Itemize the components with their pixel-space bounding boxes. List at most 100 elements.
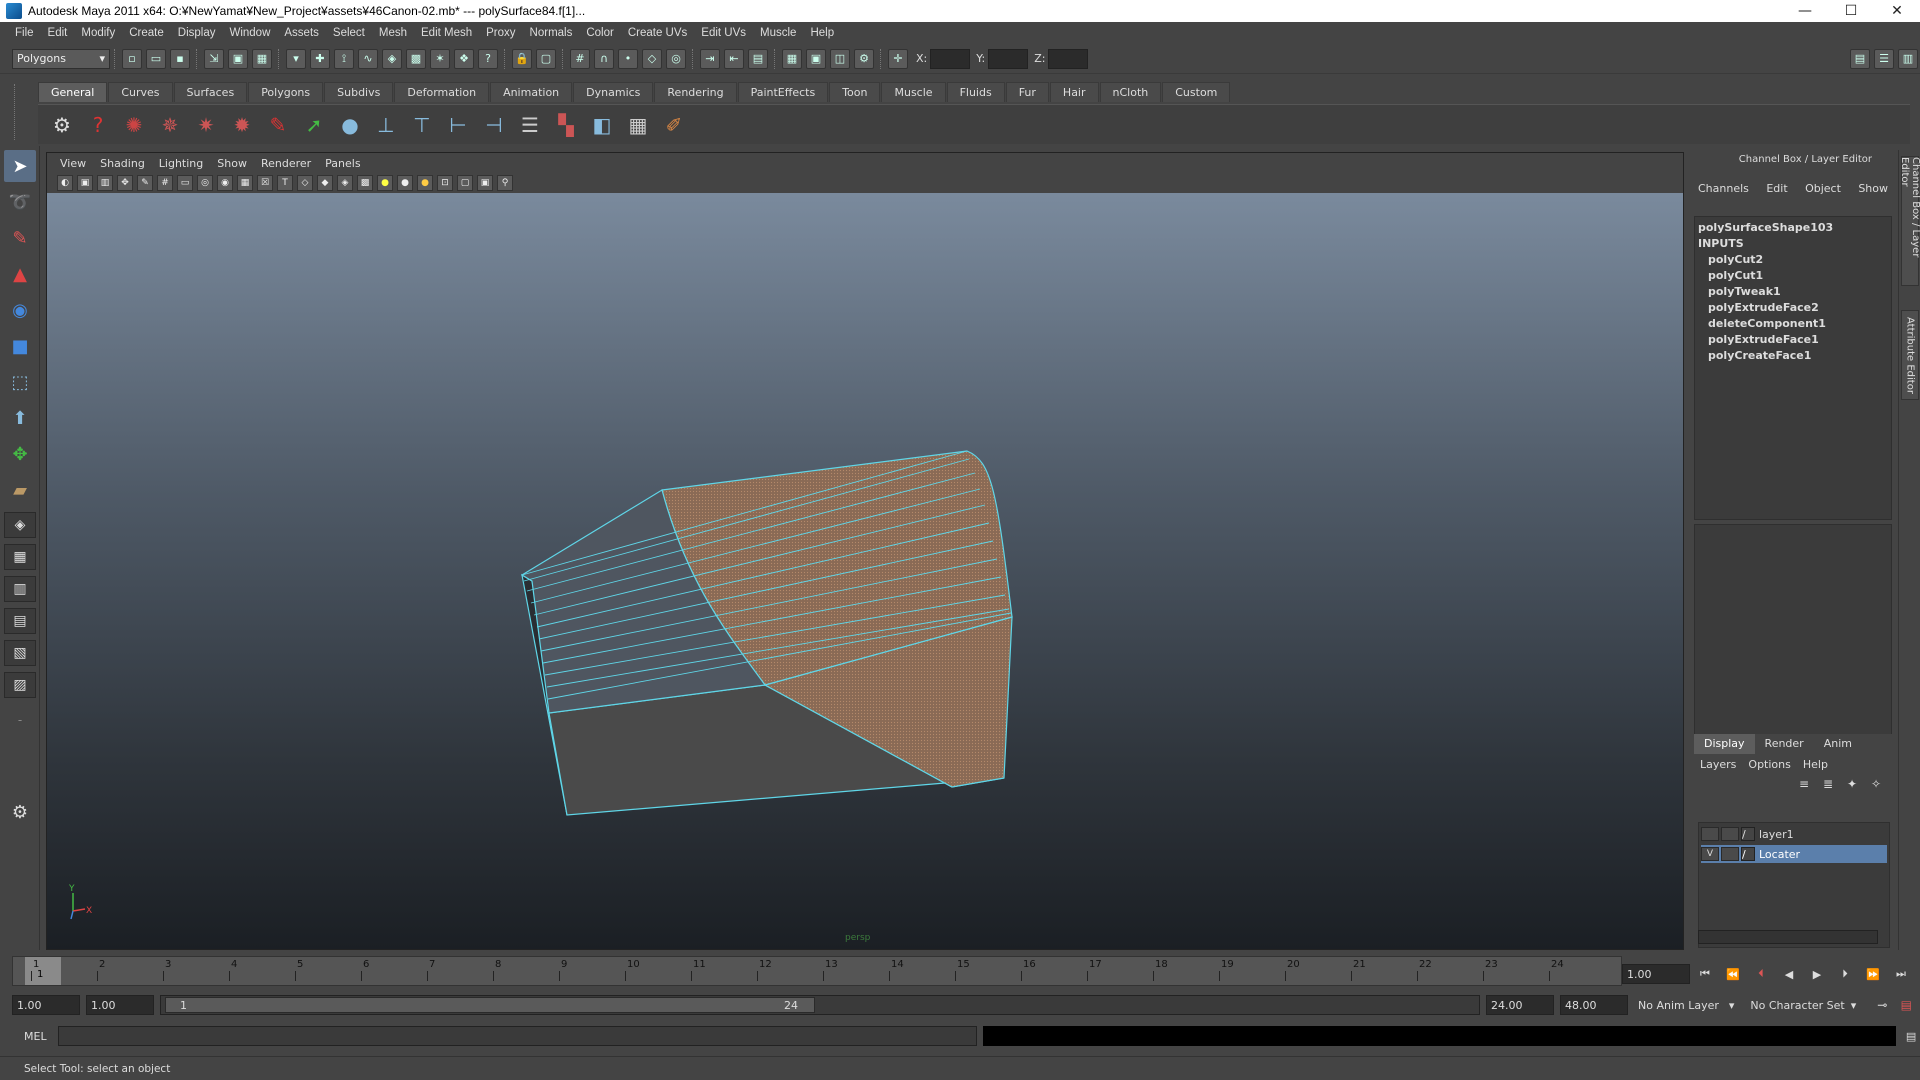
transform-mode-icon[interactable]: ✛	[888, 48, 908, 69]
sphere-icon[interactable]: ●	[334, 109, 366, 141]
film-gate-icon[interactable]: ▭	[177, 175, 193, 191]
cb-menu-edit[interactable]: Edit	[1766, 182, 1787, 200]
shelf-tab-hair[interactable]: Hair	[1049, 82, 1099, 102]
time-slider[interactable]: 1 1 2 3 4 5 6 7 8 9 10 11 12 13 14 15 16 17 18 19 20 21 22 23 2…	[12, 956, 1622, 986]
toggle-attribute-editor-icon[interactable]: ▤	[1850, 48, 1870, 69]
menu-edit[interactable]: Edit	[41, 27, 75, 39]
last-tool-used-icon[interactable]: ▰	[4, 474, 36, 506]
camera-attributes-icon[interactable]: ◐	[57, 175, 73, 191]
textured-icon[interactable]: ▩	[357, 175, 373, 191]
wireframe-on-shaded-icon[interactable]: ◈	[337, 175, 353, 191]
menu-help[interactable]: Help	[803, 27, 841, 39]
select-deformations-icon[interactable]: ▩	[406, 48, 426, 69]
shelf-tab-curves[interactable]: Curves	[108, 82, 173, 102]
isolate-select-icon[interactable]: ⊡	[437, 175, 453, 191]
shelf-toggle-icon[interactable]: ‑	[4, 704, 36, 736]
x-field[interactable]	[930, 48, 971, 69]
persp-graph-hypergraph-layout-icon[interactable]: ▨	[4, 672, 36, 698]
grid-icon[interactable]: #	[157, 175, 173, 191]
range-slider-handle[interactable]: 1 24	[165, 997, 815, 1013]
maximize-button[interactable]: ☐	[1828, 0, 1874, 22]
paint-select-tool-icon[interactable]: ✎	[4, 222, 36, 254]
cb-menu-object[interactable]: Object	[1805, 182, 1841, 200]
move-pivot-icon[interactable]: ➚	[298, 109, 330, 141]
layer-color-swatch[interactable]: /	[1741, 847, 1755, 861]
menu-create-uvs[interactable]: Create UVs	[621, 27, 694, 39]
input-ops-icon[interactable]: ⇥	[700, 48, 720, 69]
unparent-icon[interactable]: ⊢	[442, 109, 474, 141]
hypergraph-icon[interactable]: ▚	[550, 109, 582, 141]
layer-visibility-toggle[interactable]	[1701, 827, 1719, 841]
select-dynamics-icon[interactable]: ✶	[430, 48, 450, 69]
show-manipulator-icon[interactable]: ✥	[4, 438, 36, 470]
input-node[interactable]: polyCut1	[1698, 269, 1888, 282]
z-field[interactable]	[1048, 48, 1089, 69]
persp-outliner-layout-icon[interactable]: ▥	[4, 576, 36, 602]
safe-action-icon[interactable]: ☒	[257, 175, 273, 191]
xray-joints-icon[interactable]: ▣	[477, 175, 493, 191]
script-editor-icon[interactable]: ▤	[1902, 1027, 1920, 1045]
render-view-icon[interactable]: ▦	[782, 48, 802, 69]
smooth-shade-icon[interactable]: ◆	[317, 175, 333, 191]
menu-set-selector[interactable]: Polygons ▾	[12, 48, 110, 69]
viewport-menu-shading[interactable]: Shading	[93, 157, 152, 170]
layer-row[interactable]: / layer1	[1701, 825, 1887, 843]
viewport-menu-panels[interactable]: Panels	[318, 157, 367, 170]
input-node[interactable]: polyExtrudeFace1	[1698, 333, 1888, 346]
move-layer-down-icon[interactable]: ≣	[1818, 775, 1838, 793]
layer-tab-anim[interactable]: Anim	[1814, 734, 1862, 754]
side-tab-channel-box[interactable]: Channel Box / Layer Editor	[1899, 156, 1920, 286]
highlight-selection-icon[interactable]: ▢	[536, 48, 556, 69]
step-forward-key-icon[interactable]: ⏩	[1862, 964, 1884, 984]
step-back-key-icon[interactable]: ⏪	[1722, 964, 1744, 984]
select-tool-icon[interactable]: ➤	[4, 150, 36, 182]
output-ops-icon[interactable]: ⇤	[724, 48, 744, 69]
character-set-selector[interactable]: No Character Set ▾	[1746, 995, 1861, 1015]
render-settings-icon[interactable]: ⚙	[854, 48, 874, 69]
shelf-handle[interactable]	[14, 84, 32, 140]
construction-history-icon[interactable]: ▤	[748, 48, 768, 69]
select-component-icon[interactable]: ▦	[252, 48, 272, 69]
side-tab-attribute-editor[interactable]: Attribute Editor	[1901, 310, 1919, 400]
menu-modify[interactable]: Modify	[74, 27, 122, 39]
cb-menu-channels[interactable]: Channels	[1698, 182, 1749, 200]
layer-tab-display[interactable]: Display	[1694, 734, 1755, 754]
select-curves-icon[interactable]: ∿	[358, 48, 378, 69]
use-all-lights-icon[interactable]: ●	[377, 175, 393, 191]
layer-menu-layers[interactable]: Layers	[1700, 758, 1736, 771]
image-plane-icon[interactable]: ▥	[97, 175, 113, 191]
wireframe-icon[interactable]: ◇	[297, 175, 313, 191]
menu-create[interactable]: Create	[122, 27, 171, 39]
shelf-menu-icon[interactable]: ⚙	[46, 109, 78, 141]
perspective-viewport[interactable]: Y X persp	[47, 193, 1683, 949]
bookmark-icon[interactable]: ▣	[77, 175, 93, 191]
snap-point-icon[interactable]: •	[618, 48, 638, 69]
paint-weights-icon[interactable]: ✵	[154, 109, 186, 141]
new-scene-icon[interactable]: ▫	[122, 48, 142, 69]
auto-key-icon[interactable]: ⊸	[1872, 996, 1892, 1014]
single-perspective-layout-icon[interactable]: ◈	[4, 512, 36, 538]
shelf-tab-custom[interactable]: Custom	[1162, 82, 1231, 102]
render-current-frame-icon[interactable]: ▣	[806, 48, 826, 69]
go-to-start-icon[interactable]: ⏮	[1694, 964, 1716, 984]
layer-menu-help[interactable]: Help	[1803, 758, 1828, 771]
viewport-menu-lighting[interactable]: Lighting	[152, 157, 210, 170]
scale-tool-icon[interactable]: ■	[4, 330, 36, 362]
help-icon[interactable]: ?	[82, 109, 114, 141]
command-input[interactable]	[57, 1026, 977, 1046]
snap-view-plane-icon[interactable]: ◇	[642, 48, 662, 69]
input-node[interactable]: deleteComponent1	[1698, 317, 1888, 330]
move-tool-icon[interactable]: ▲	[4, 258, 36, 290]
animation-end-field[interactable]: 48.00	[1560, 995, 1628, 1015]
resolution-gate-icon[interactable]: ◎	[197, 175, 213, 191]
shelf-tab-rendering[interactable]: Rendering	[654, 82, 737, 102]
menu-normals[interactable]: Normals	[523, 27, 580, 39]
xray-icon[interactable]: ▢	[457, 175, 473, 191]
settings-icon[interactable]: ⚙	[4, 796, 36, 828]
open-scene-icon[interactable]: ▭	[146, 48, 166, 69]
snap-grid-icon[interactable]: #	[570, 48, 590, 69]
shelf-tab-toon[interactable]: Toon	[829, 82, 881, 102]
rotate-tool-icon[interactable]: ◉	[4, 294, 36, 326]
shadows-icon[interactable]: ●	[397, 175, 413, 191]
menu-edit-uvs[interactable]: Edit UVs	[694, 27, 753, 39]
